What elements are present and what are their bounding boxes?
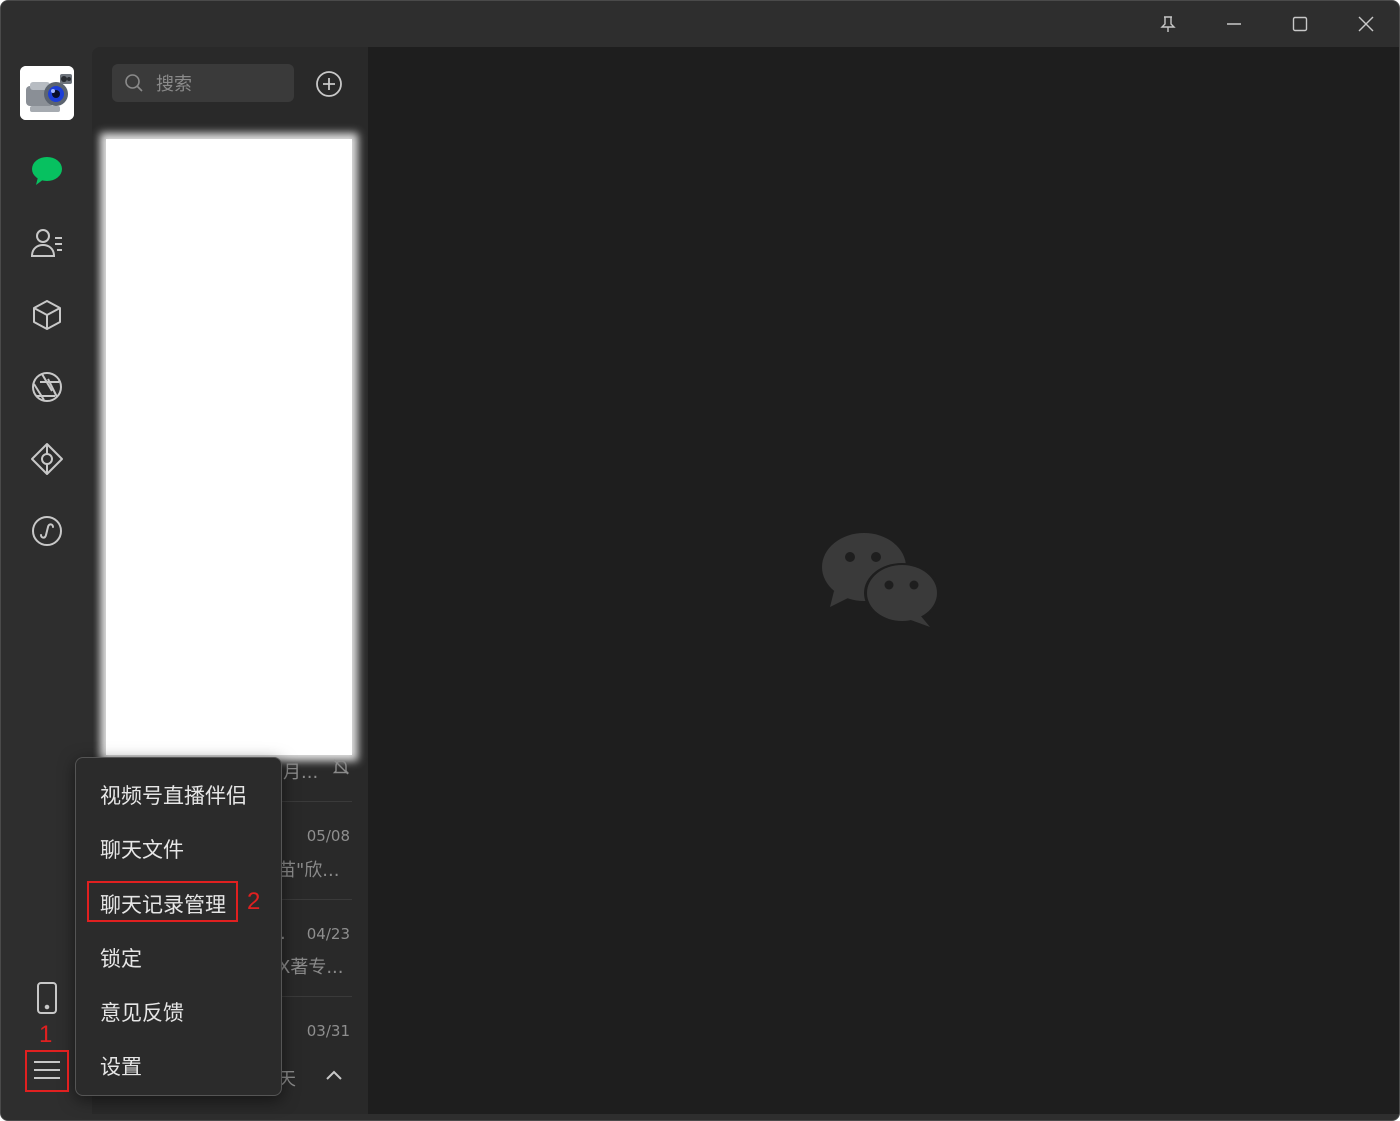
annotation-box-2 xyxy=(87,881,238,922)
nav-mini-programs[interactable] xyxy=(24,508,70,554)
nav-phone[interactable] xyxy=(24,975,70,1021)
nav-contacts[interactable] xyxy=(24,220,70,266)
user-avatar[interactable] xyxy=(20,66,74,120)
redacted-chat-area xyxy=(106,139,352,755)
mute-bell-icon xyxy=(332,758,350,780)
maximize-button[interactable] xyxy=(1267,1,1333,47)
chat-bubble-icon xyxy=(32,157,62,185)
minimize-icon xyxy=(1227,23,1241,25)
menu-item-lock[interactable]: 锁定 xyxy=(100,943,142,973)
search-box[interactable]: 搜索 xyxy=(112,64,294,102)
wechat-logo-icon xyxy=(822,533,940,627)
close-button[interactable] xyxy=(1333,1,1399,47)
chat-row-divider xyxy=(282,801,352,802)
chat-row-3-snippet: X著专... xyxy=(278,957,344,978)
close-icon xyxy=(1358,16,1374,32)
collapse-up-button[interactable] xyxy=(324,1065,344,1089)
wechat-window: 搜索 i月... 05/08 苗"欣... . 04/23 X著专... 03/… xyxy=(0,0,1400,1121)
chat-row-divider xyxy=(282,996,352,997)
menu-item-channels-live-companion[interactable]: 视频号直播伴侣 xyxy=(100,780,247,810)
cube-icon xyxy=(33,300,61,330)
pin-button[interactable] xyxy=(1135,1,1201,47)
phone-icon xyxy=(37,982,57,1014)
maximize-icon xyxy=(1292,16,1308,32)
chat-row-3-time: 04/23 xyxy=(306,925,350,943)
menu-item-chat-files[interactable]: 聊天文件 xyxy=(100,834,184,864)
search-icon xyxy=(125,74,143,92)
minimize-button[interactable] xyxy=(1201,1,1267,47)
chat-row-1-snippet: i月... xyxy=(278,762,319,783)
main-chat-pane xyxy=(368,47,1399,1114)
diamond-icon xyxy=(31,443,63,475)
chevron-up-icon xyxy=(326,1070,342,1080)
add-button[interactable] xyxy=(314,69,344,99)
nav-favorites[interactable] xyxy=(24,292,70,338)
chat-row-divider xyxy=(282,899,352,900)
chat-row-2-snippet: 苗"欣... xyxy=(278,860,340,881)
nav-chats[interactable] xyxy=(24,148,70,194)
aperture-icon xyxy=(32,372,62,402)
avatar-image xyxy=(20,66,74,120)
search-input[interactable]: 搜索 xyxy=(156,70,192,96)
plus-circle-icon xyxy=(316,71,342,97)
nav-moments[interactable] xyxy=(24,364,70,410)
pin-icon xyxy=(1160,16,1176,32)
chat-row-4-time: 03/31 xyxy=(306,1022,350,1040)
annotation-box-1 xyxy=(25,1050,69,1092)
annotation-label-1: 1 xyxy=(39,1021,53,1048)
menu-item-feedback[interactable]: 意见反馈 xyxy=(100,997,184,1027)
nav-channels[interactable] xyxy=(24,436,70,482)
menu-item-settings[interactable]: 设置 xyxy=(100,1051,142,1081)
contacts-icon xyxy=(30,229,62,257)
chat-row-2-time: 05/08 xyxy=(306,827,350,845)
annotation-label-2: 2 xyxy=(247,888,261,915)
miniprogram-icon xyxy=(32,516,62,546)
more-popup-menu: 视频号直播伴侣 聊天文件 聊天记录管理 锁定 意见反馈 设置 xyxy=(75,757,282,1096)
